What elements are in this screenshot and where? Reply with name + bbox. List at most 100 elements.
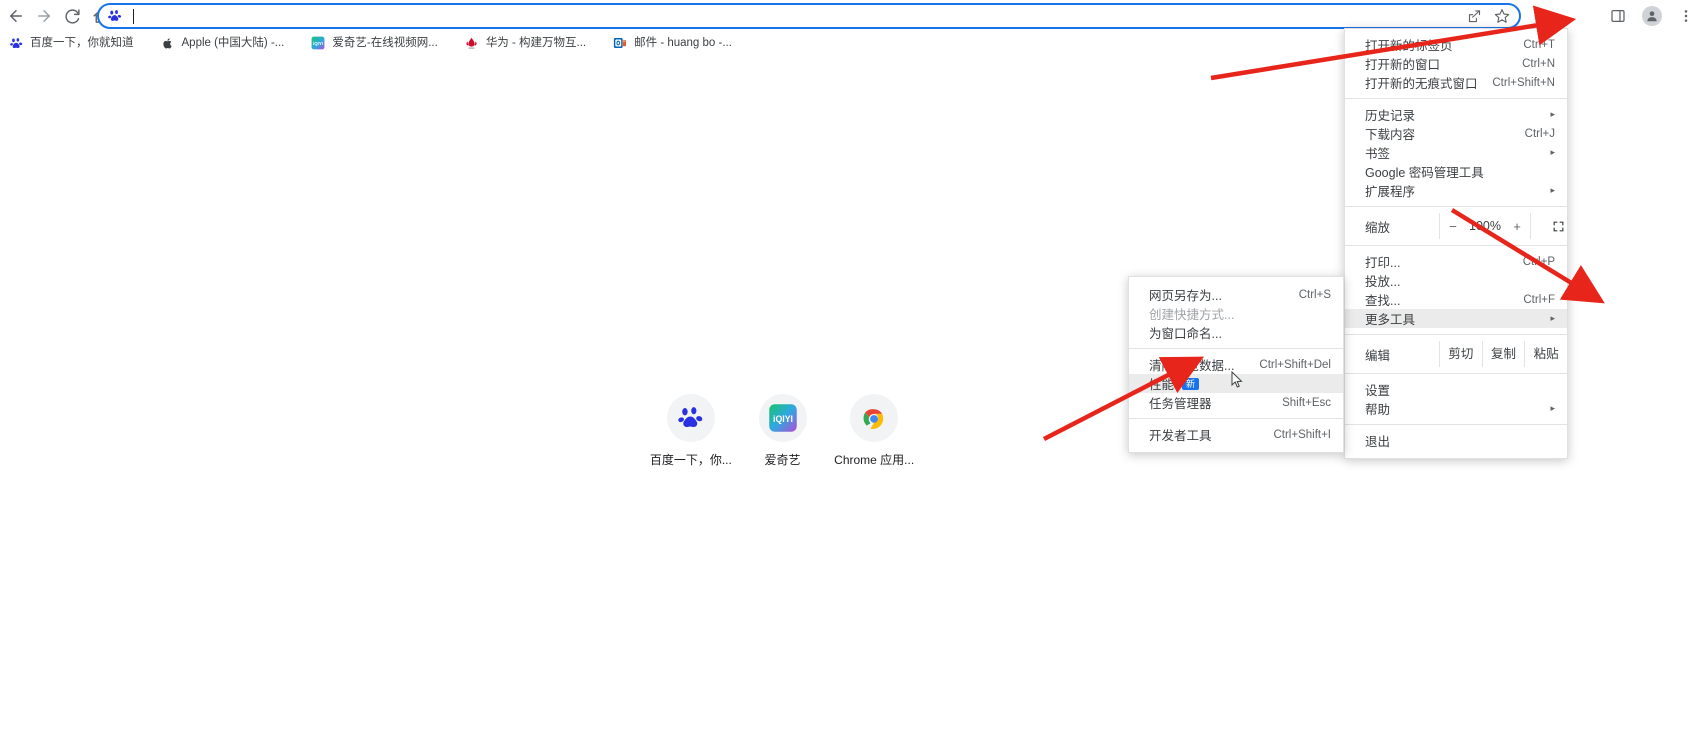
bookmark-item[interactable]: 百度一下，你就知道 — [2, 33, 140, 53]
menu-item-label: 打开新的无痕式窗口 — [1365, 77, 1478, 91]
menu-item-accel: Ctrl+Shift+Del — [1259, 358, 1331, 371]
menu-item-accel: Ctrl+S — [1298, 288, 1331, 301]
menu-separator — [1345, 98, 1567, 99]
menu-item-history[interactable]: 历史记录 ▸ — [1345, 105, 1567, 124]
menu-item-accel: Ctrl+F — [1523, 293, 1555, 306]
submenu-item-task-manager[interactable]: 任务管理器 Shift+Esc — [1129, 393, 1343, 412]
chevron-right-icon: ▸ — [1550, 147, 1555, 157]
zoom-percent: 100% — [1469, 219, 1501, 233]
zoom-in-button[interactable]: + — [1504, 219, 1530, 234]
shortcut-label: 百度一下，你... — [649, 453, 732, 467]
paste-button[interactable]: 粘贴 — [1524, 341, 1567, 367]
menu-separator — [1345, 206, 1567, 207]
bookmark-label: 爱奇艺-在线视频网... — [332, 37, 438, 49]
menu-edit-row: 编辑 剪切 复制 粘贴 — [1345, 341, 1567, 367]
iqiyi-favicon: iQIYI — [310, 35, 326, 51]
more-tools-submenu: 网页另存为... Ctrl+S 创建快捷方式... 为窗口命名... 清除浏览数… — [1128, 276, 1344, 453]
bookmark-item[interactable]: 邮件 - huang bo -... — [606, 33, 738, 53]
bookmark-item[interactable]: Apple (中国大陆) -... — [154, 33, 291, 53]
menu-item-help[interactable]: 帮助 ▸ — [1345, 399, 1567, 418]
chevron-right-icon: ▸ — [1550, 109, 1555, 119]
shortcut-tile[interactable]: 百度一下，你... — [645, 394, 737, 468]
submenu-item-name-window[interactable]: 为窗口命名... — [1129, 323, 1343, 342]
menu-item-label: Google 密码管理工具 — [1365, 166, 1484, 180]
svg-text:iQIYI: iQIYI — [313, 41, 323, 46]
menu-separator — [1129, 348, 1343, 349]
bookmark-label: Apple (中国大陆) -... — [181, 37, 285, 49]
menu-item-label: 性能 — [1149, 378, 1175, 392]
fullscreen-icon[interactable] — [1530, 213, 1585, 239]
menu-item-label: 打开新的窗口 — [1365, 58, 1441, 72]
svg-text:iQIYI: iQIYI — [773, 414, 793, 424]
menu-item-accel: Ctrl+Shift+N — [1492, 76, 1555, 89]
cut-button[interactable]: 剪切 — [1439, 341, 1482, 367]
menu-zoom-row: 缩放 − 100% + — [1345, 213, 1567, 239]
menu-item-exit[interactable]: 退出 — [1345, 431, 1567, 450]
avatar — [1642, 6, 1662, 26]
submenu-item-developer-tools[interactable]: 开发者工具 Ctrl+Shift+I — [1129, 425, 1343, 444]
reload-button[interactable] — [58, 2, 86, 30]
menu-item-cast[interactable]: 投放... — [1345, 271, 1567, 290]
address-bar[interactable] — [97, 3, 1521, 29]
menu-item-new-incognito-window[interactable]: 打开新的无痕式窗口 Ctrl+Shift+N — [1345, 73, 1567, 92]
iqiyi-tile-icon: iQIYI — [758, 394, 807, 442]
menu-item-label: 网页另存为... — [1149, 289, 1222, 303]
menu-item-new-tab[interactable]: 打开新的标签页 Ctrl+T — [1345, 35, 1567, 54]
star-icon[interactable] — [1491, 5, 1513, 27]
shortcut-label: Chrome 应用... — [834, 453, 915, 467]
shortcut-tiles: 百度一下，你... iQIYI 爱奇艺 Chrome 应用... — [645, 394, 920, 468]
menu-item-settings[interactable]: 设置 — [1345, 380, 1567, 399]
bookmark-item[interactable]: iQIYI 爱奇艺-在线视频网... — [304, 33, 443, 53]
bookmark-item[interactable]: 华为 - 构建万物互... — [458, 33, 592, 53]
menu-item-label: 历史记录 — [1365, 109, 1416, 123]
menu-item-extensions[interactable]: 扩展程序 ▸ — [1345, 181, 1567, 200]
chrome-main-menu: 打开新的标签页 Ctrl+T 打开新的窗口 Ctrl+N 打开新的无痕式窗口 C… — [1344, 28, 1568, 459]
chevron-right-icon: ▸ — [1550, 313, 1555, 323]
menu-item-label: 退出 — [1365, 435, 1391, 449]
menu-item-label: 清除浏览数据... — [1149, 359, 1235, 373]
menu-item-label: 下载内容 — [1365, 128, 1416, 142]
menu-item-label: 为窗口命名... — [1149, 327, 1222, 341]
outlook-favicon — [612, 35, 628, 51]
menu-separator — [1129, 418, 1343, 419]
menu-item-label: 帮助 — [1365, 403, 1391, 417]
three-dot-menu-icon[interactable] — [1672, 2, 1700, 30]
menu-item-accel: Ctrl+J — [1524, 127, 1555, 140]
submenu-item-create-shortcut: 创建快捷方式... — [1129, 304, 1343, 323]
menu-item-label: 书签 — [1365, 147, 1391, 161]
menu-item-new-window[interactable]: 打开新的窗口 Ctrl+N — [1345, 54, 1567, 73]
share-icon[interactable] — [1463, 5, 1485, 27]
submenu-item-clear-browsing-data[interactable]: 清除浏览数据... Ctrl+Shift+Del — [1129, 355, 1343, 374]
submenu-item-performance[interactable]: 性能 新 — [1129, 374, 1343, 393]
back-button[interactable] — [2, 2, 30, 30]
menu-item-bookmarks[interactable]: 书签 ▸ — [1345, 143, 1567, 162]
toolbar-right-group — [1601, 2, 1703, 30]
menu-item-label: 打印... — [1365, 256, 1401, 270]
menu-item-label: 扩展程序 — [1365, 185, 1416, 199]
menu-item-label: 设置 — [1365, 384, 1391, 398]
menu-item-accel: Shift+Esc — [1282, 396, 1331, 409]
shortcut-tile[interactable]: iQIYI 爱奇艺 — [737, 394, 829, 468]
bookmark-label: 华为 - 构建万物互... — [485, 37, 587, 49]
menu-item-downloads[interactable]: 下载内容 Ctrl+J — [1345, 124, 1567, 143]
copy-button[interactable]: 复制 — [1481, 341, 1525, 367]
shortcut-tile[interactable]: Chrome 应用... — [828, 394, 920, 468]
zoom-label: 缩放 — [1365, 220, 1391, 235]
menu-item-print[interactable]: 打印... Ctrl+P — [1345, 252, 1567, 271]
huawei-favicon — [464, 35, 480, 51]
side-panel-icon[interactable] — [1604, 2, 1632, 30]
baidu-favicon — [8, 35, 24, 51]
profile-avatar-icon[interactable] — [1638, 2, 1666, 30]
baidu-tile-icon — [666, 394, 715, 442]
menu-item-find[interactable]: 查找... Ctrl+F — [1345, 290, 1567, 309]
menu-item-label: 创建快捷方式... — [1149, 308, 1235, 322]
baidu-favicon — [107, 8, 123, 24]
menu-item-accel: Ctrl+Shift+I — [1273, 428, 1331, 441]
forward-button[interactable] — [30, 2, 58, 30]
menu-item-password-manager[interactable]: Google 密码管理工具 — [1345, 162, 1567, 181]
menu-item-more-tools[interactable]: 更多工具 ▸ — [1345, 309, 1567, 328]
chevron-right-icon: ▸ — [1550, 185, 1555, 195]
zoom-controls: − 100% + — [1439, 213, 1530, 239]
zoom-out-button[interactable]: − — [1440, 219, 1466, 234]
submenu-item-save-page-as[interactable]: 网页另存为... Ctrl+S — [1129, 285, 1343, 304]
